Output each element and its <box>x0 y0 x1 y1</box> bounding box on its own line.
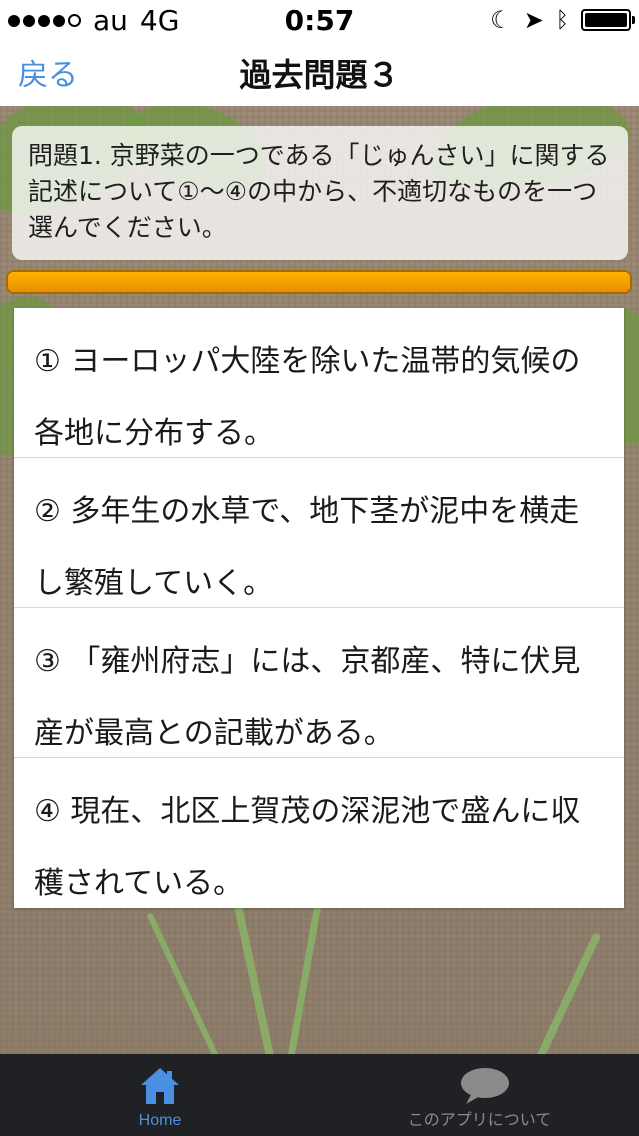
tab-bar: Home このアプリについて <box>0 1054 639 1136</box>
bluetooth-icon: ᛒ <box>555 7 569 33</box>
navigation-bar: 戻る 過去問題３ <box>0 40 639 107</box>
answer-option-4[interactable]: ④ 現在、北区上賀茂の深泥池で盛んに収穫されている。 <box>14 758 624 908</box>
answer-text: ③ 「雍州府志」には、京都産、特に伏見産が最高との記載がある。 <box>34 644 581 751</box>
moon-icon: ☾ <box>490 6 512 34</box>
background-stem <box>284 896 323 1054</box>
chat-bubble-icon <box>461 1068 509 1104</box>
background-stem <box>526 931 602 1054</box>
quiz-content: 問題1. 京野菜の一つである「じゅんさい」に関する記述について①～④の中から、不… <box>0 106 639 1054</box>
question-box: 問題1. 京野菜の一つである「じゅんさい」に関する記述について①～④の中から、不… <box>12 126 628 260</box>
background-stem <box>146 912 220 1054</box>
answer-text: ④ 現在、北区上賀茂の深泥池で盛んに収穫されている。 <box>34 794 581 901</box>
home-icon <box>141 1068 179 1104</box>
status-right: ☾ ➤ ᛒ <box>490 6 635 34</box>
tab-label: このアプリについて <box>407 1112 552 1129</box>
battery-icon <box>581 9 635 31</box>
location-icon: ➤ <box>523 6 544 34</box>
answer-list: ① ヨーロッパ大陸を除いた温帯的気候の各地に分布する。 ② 多年生の水草で、地下… <box>14 308 624 908</box>
status-bar: au 4G 0:57 ☾ ➤ ᛒ <box>0 0 639 40</box>
answer-text: ① ヨーロッパ大陸を除いた温帯的気候の各地に分布する。 <box>34 344 581 451</box>
tab-label: Home <box>138 1112 182 1129</box>
progress-bar <box>6 270 632 294</box>
page-title: 過去問題３ <box>239 56 400 94</box>
answer-text: ② 多年生の水草で、地下茎が泥中を横走し繁殖していく。 <box>34 494 580 601</box>
answer-option-2[interactable]: ② 多年生の水草で、地下茎が泥中を横走し繁殖していく。 <box>14 458 624 608</box>
answer-option-1[interactable]: ① ヨーロッパ大陸を除いた温帯的気候の各地に分布する。 <box>14 308 624 458</box>
question-text: 問題1. 京野菜の一つである「じゅんさい」に関する記述について①～④の中から、不… <box>28 141 610 242</box>
tab-about-app[interactable]: このアプリについて <box>320 1054 639 1136</box>
tab-home[interactable]: Home <box>0 1054 320 1136</box>
progress-fill <box>8 272 630 292</box>
answer-option-3[interactable]: ③ 「雍州府志」には、京都産、特に伏見産が最高との記載がある。 <box>14 608 624 758</box>
